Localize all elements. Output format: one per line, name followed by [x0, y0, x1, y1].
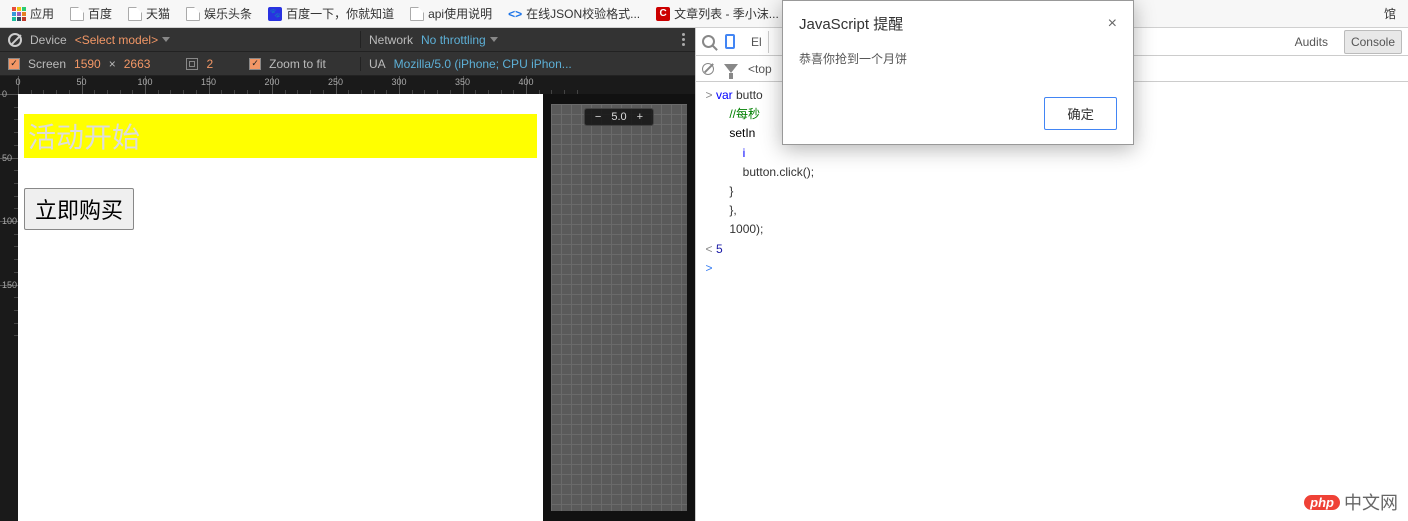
network-throttling-select[interactable]: No throttling — [421, 33, 498, 47]
code-text: setIn — [729, 126, 755, 140]
screen-checkbox[interactable]: ✓ — [8, 58, 20, 70]
clear-console-icon[interactable] — [702, 63, 714, 75]
device-model-value: <Select model> — [75, 33, 158, 47]
device-grid-zone: − 5.0 + — [551, 104, 687, 511]
filter-icon[interactable] — [724, 64, 738, 73]
inspect-icon[interactable] — [702, 35, 715, 48]
main-split: Device <Select model> Network No throttl… — [0, 28, 1408, 521]
bookmark-label: 文章列表 - 季小沫... — [674, 5, 779, 22]
screen-height[interactable]: 2663 — [124, 57, 151, 71]
apps-label: 应用 — [30, 5, 54, 22]
code-icon: <> — [508, 7, 522, 21]
ua-value[interactable]: Mozilla/5.0 (iPhone; CPU iPhon... — [394, 57, 572, 71]
bookmark-label: api使用说明 — [428, 5, 492, 22]
zoom-controls: − 5.0 + — [584, 108, 654, 126]
zoom-out-button[interactable]: − — [591, 111, 605, 123]
bookmark-label: 在线JSON校验格式... — [526, 5, 640, 22]
file-icon — [128, 7, 142, 21]
file-icon — [410, 7, 424, 21]
result-icon: < — [702, 240, 716, 259]
page-heading: 活动开始 — [24, 114, 537, 158]
more-menu-icon[interactable] — [680, 31, 687, 48]
bookmark-yule[interactable]: 娱乐头条 — [180, 3, 258, 24]
bookmark-articles[interactable]: C 文章列表 - 季小沫... — [650, 3, 785, 24]
rendered-page: 活动开始 立即购买 — [18, 94, 543, 521]
rendered-page-area: 活动开始 立即购买 − 5.0 + — [18, 94, 695, 521]
code-keyword: var — [716, 88, 733, 102]
file-icon — [186, 7, 200, 21]
bookmark-guan[interactable]: 馆 — [1378, 3, 1402, 24]
bookmarks-bar: 应用 百度 天猫 娱乐头条 🐾 百度一下，你就知道 api使用说明 <> 在线J… — [0, 0, 1408, 28]
no-entry-icon[interactable] — [8, 33, 22, 47]
network-label: Network — [369, 33, 413, 47]
alert-title: JavaScript 提醒 — [799, 13, 903, 34]
device-toolbar-row1: Device <Select model> Network No throttl… — [0, 28, 695, 52]
zoom-in-button[interactable]: + — [633, 111, 647, 123]
file-icon — [70, 7, 84, 21]
chevron-down-icon — [162, 37, 170, 42]
prompt-icon: > — [702, 259, 716, 278]
console-result: 5 — [716, 240, 723, 259]
device-toolbar-row2: ✓ Screen 1590 × 2663 2 ✓ Zoom to fit UA … — [0, 52, 695, 76]
zoom-level-value: 5.0 — [611, 111, 626, 123]
bookmark-api[interactable]: api使用说明 — [404, 3, 498, 24]
watermark-text: 中文网 — [1344, 489, 1398, 515]
throttling-value: No throttling — [421, 33, 486, 47]
watermark-badge: php — [1304, 495, 1340, 510]
frame-select[interactable]: <top — [748, 62, 772, 76]
javascript-alert-dialog: JavaScript 提醒 × 恭喜你抢到一个月饼 确定 — [782, 0, 1134, 145]
screen-width[interactable]: 1590 — [74, 57, 101, 71]
code-text: 1000); — [729, 222, 763, 236]
alert-message: 恭喜你抢到一个月饼 — [783, 46, 1133, 87]
apps-button[interactable]: 应用 — [6, 3, 60, 24]
code-keyword: i — [743, 146, 746, 160]
bookmark-label: 百度一下，你就知道 — [286, 5, 394, 22]
rotate-icon[interactable] — [186, 58, 198, 70]
red-c-icon: C — [656, 7, 670, 21]
bookmark-label: 娱乐头条 — [204, 5, 252, 22]
paw-icon: 🐾 — [268, 7, 282, 21]
chevron-down-icon — [490, 37, 498, 42]
alert-ok-button[interactable]: 确定 — [1044, 97, 1117, 130]
bookmark-label: 馆 — [1384, 5, 1396, 22]
bookmark-json[interactable]: <> 在线JSON校验格式... — [502, 3, 646, 24]
code-text: butto — [733, 88, 763, 102]
prompt-icon: > — [702, 86, 716, 105]
zoom-fit-label: Zoom to fit — [269, 57, 326, 71]
buy-now-button[interactable]: 立即购买 — [24, 188, 134, 230]
tab-console[interactable]: Console — [1344, 30, 1402, 54]
bookmark-tmall[interactable]: 天猫 — [122, 3, 176, 24]
device-label: Device — [30, 33, 67, 47]
device-toggle-icon[interactable] — [725, 34, 735, 49]
bookmark-label: 天猫 — [146, 5, 170, 22]
zoom-fit-checkbox[interactable]: ✓ — [249, 58, 261, 70]
alert-close-button[interactable]: × — [1108, 15, 1117, 33]
bookmark-label: 百度 — [88, 5, 112, 22]
tab-audits[interactable]: Audits — [1289, 31, 1334, 53]
ua-label: UA — [369, 57, 386, 71]
device-emulator-panel: Device <Select model> Network No throttl… — [0, 28, 695, 521]
code-comment: //每秒 — [729, 107, 760, 121]
code-text: } — [716, 182, 733, 201]
screen-label: Screen — [28, 57, 66, 71]
times-symbol: × — [109, 57, 116, 71]
watermark: php 中文网 — [1304, 489, 1398, 515]
code-text: button.click(); — [716, 163, 814, 182]
horizontal-ruler: 050100150200250300350400 — [0, 76, 695, 94]
frame-value: <top — [748, 62, 772, 76]
vertical-ruler: 050100150 — [0, 94, 18, 521]
device-model-select[interactable]: <Select model> — [75, 33, 170, 47]
bookmark-baidu[interactable]: 百度 — [64, 3, 118, 24]
apps-icon — [12, 7, 26, 21]
bookmark-baidu-home[interactable]: 🐾 百度一下，你就知道 — [262, 3, 400, 24]
tab-elements[interactable]: El — [745, 31, 769, 53]
code-text: }, — [729, 203, 736, 217]
dpr-value[interactable]: 2 — [206, 57, 213, 71]
